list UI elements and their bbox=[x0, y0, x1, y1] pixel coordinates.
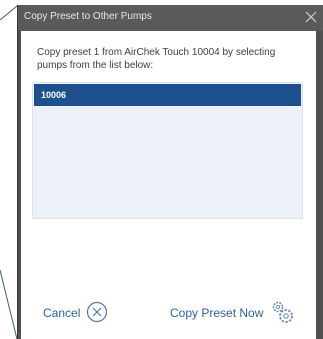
title-bar: Copy Preset to Other Pumps bbox=[18, 5, 323, 31]
copy-button-label: Copy Preset Now bbox=[170, 306, 264, 320]
stage: Copy Preset to Other Pumps Copy preset 1… bbox=[0, 0, 323, 339]
copy-preset-now-button[interactable]: Copy Preset Now bbox=[170, 301, 295, 325]
pump-list[interactable]: 10006 bbox=[32, 82, 303, 219]
dialog-title: Copy Preset to Other Pumps bbox=[24, 11, 152, 22]
cancel-button[interactable]: Cancel bbox=[43, 301, 108, 325]
copy-preset-dialog: Copy Preset to Other Pumps Copy preset 1… bbox=[17, 5, 323, 339]
close-icon[interactable] bbox=[303, 9, 319, 25]
pump-list-item-10006[interactable]: 10006 bbox=[34, 84, 301, 106]
dialog-body: Copy preset 1 from AirChek Touch 10004 b… bbox=[21, 31, 316, 339]
circle-x-icon bbox=[86, 301, 108, 326]
cancel-button-label: Cancel bbox=[43, 306, 81, 320]
instruction-text: Copy preset 1 from AirChek Touch 10004 b… bbox=[37, 47, 276, 71]
gears-icon bbox=[269, 299, 295, 328]
